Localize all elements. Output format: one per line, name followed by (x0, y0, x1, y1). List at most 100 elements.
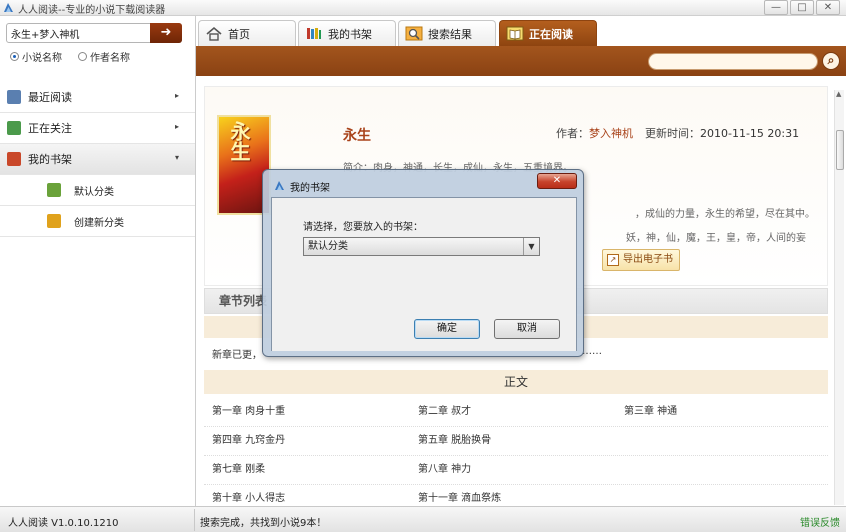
scroll-up-icon[interactable]: ▲ (836, 90, 841, 98)
chevron-down-icon: ▾ (174, 153, 179, 162)
chapter-link[interactable]: 第七章 刚柔 (204, 456, 410, 484)
bookshelf-icon (307, 28, 321, 39)
tab-reading[interactable]: 正在阅读 (499, 20, 597, 46)
updated-label: 更新时间： (645, 127, 700, 140)
tab-label: 首页 (228, 27, 250, 41)
table-row: 第七章 刚柔 第八章 神力 (204, 456, 828, 485)
content-search-field[interactable] (648, 53, 818, 70)
chapter-link[interactable]: 第二章 叔才 (410, 398, 616, 426)
tab-search-results[interactable]: 搜索结果 (398, 20, 496, 46)
status-divider (194, 509, 195, 531)
status-message: 搜索完成，共找到小说9本！ (200, 518, 327, 529)
sidebar-item-my-shelf[interactable]: 我的书架 ▾ (0, 144, 195, 175)
novel-search-input[interactable] (7, 24, 151, 42)
book-title: 永生 (343, 128, 371, 144)
chapter-link[interactable]: 第一章 肉身十重 (204, 398, 410, 426)
sidebar-item-recent[interactable]: 最近阅读 ▸ (0, 82, 195, 113)
book-updated: 更新时间：2010-11-15 20:31 (645, 125, 799, 141)
search-go-button[interactable]: ➜ (150, 23, 182, 43)
search-type-options: 小说名称 作者名称 (10, 49, 130, 64)
book-author: 作者：梦入神机 (556, 125, 633, 141)
shelf-select-value: 默认分类 (308, 241, 348, 252)
new-category-icon (47, 214, 61, 228)
radio-author-name-label: 作者名称 (90, 53, 130, 64)
chapter-link[interactable]: 第四章 九窍金丹 (204, 427, 410, 455)
chapter-link[interactable]: 第十一章 滴血祭炼 (410, 485, 616, 506)
radio-unselected-icon (78, 52, 87, 61)
window-titlebar: 人人阅读--专业的小说下载阅读器 — □ ✕ (0, 0, 846, 16)
dialog-body: 请选择，您要放入的书架： 默认分类 ▼ 确定 取消 (271, 197, 577, 351)
author-name: 梦入神机 (589, 127, 633, 140)
shelf-icon (7, 152, 21, 166)
left-panel: ➜ 小说名称 作者名称 最近阅读 ▸ 正在关注 ▸ 我的书架 ▾ 默认分类 创建… (0, 16, 196, 506)
chapter-link[interactable]: 第十章 小人得志 (204, 485, 410, 506)
window-title: 人人阅读--专业的小说下载阅读器 (18, 5, 166, 16)
radio-author-name[interactable]: 作者名称 (78, 49, 130, 64)
sidebar-item-label: 正在关注 (28, 122, 72, 135)
tab-bookshelf[interactable]: 我的书架 (298, 20, 396, 46)
sidebar-item-label: 我的书架 (28, 153, 72, 166)
shelf-select[interactable]: 默认分类 ▼ (303, 237, 540, 256)
book-intro-line: 妖，神，仙，魔，王，皇，帝，人间的妄 (626, 233, 806, 244)
error-feedback-link[interactable]: 错误反馈 (800, 514, 840, 529)
dialog-close-button[interactable]: ✕ (537, 173, 577, 189)
sidebar-item-new-category[interactable]: 创建新分类 (0, 206, 195, 237)
cancel-button[interactable]: 取消 (494, 319, 560, 339)
status-bar: 人人阅读 V1.0.10.1210 搜索完成，共找到小说9本！ 错误反馈 (0, 506, 846, 532)
chapter-link[interactable]: 第八章 神力 (410, 456, 616, 484)
minimize-button[interactable]: — (764, 0, 788, 15)
export-icon: ↗ (607, 254, 619, 266)
chapter-link[interactable]: 第五章 脱胎换骨 (410, 427, 616, 455)
chapter-link[interactable] (616, 427, 822, 455)
dialog-app-icon (275, 181, 284, 190)
sidebar-item-following[interactable]: 正在关注 ▸ (0, 113, 195, 144)
book-intro-line: ，成仙的力量，永生的希望，尽在其中。 (635, 209, 815, 220)
radio-novel-name-label: 小说名称 (22, 53, 62, 64)
author-label: 作者： (556, 127, 589, 140)
follow-icon (7, 121, 21, 135)
toolbar-strip: ⌕ (196, 46, 846, 76)
sidebar-menu: 最近阅读 ▸ 正在关注 ▸ 我的书架 ▾ 默认分类 创建新分类 (0, 82, 195, 237)
maximize-button[interactable]: □ (790, 0, 814, 15)
export-ebook-button[interactable]: ↗ 导出电子书 (602, 249, 680, 271)
shelf-dialog: 我的书架 ✕ 请选择，您要放入的书架： 默认分类 ▼ 确定 取消 (262, 169, 584, 357)
table-row: 第一章 肉身十重 第二章 叔才 第三章 神通 (204, 398, 828, 427)
sidebar-item-default-category[interactable]: 默认分类 (0, 175, 195, 206)
latest-chapter-tail: …… (582, 346, 602, 357)
chevron-right-icon: ▸ (174, 122, 179, 131)
table-row: 第四章 九窍金丹 第五章 脱胎换骨 (204, 427, 828, 456)
search-icon[interactable]: ⌕ (822, 52, 840, 70)
ok-button[interactable]: 确定 (414, 319, 480, 339)
chapter-link[interactable] (616, 456, 822, 484)
tab-label: 我的书架 (328, 27, 372, 41)
dialog-titlebar[interactable]: 我的书架 ✕ (263, 170, 583, 196)
radio-novel-name[interactable]: 小说名称 (10, 49, 62, 64)
scrollbar-thumb[interactable] (836, 130, 844, 170)
tab-label: 搜索结果 (428, 27, 472, 41)
chapter-link[interactable]: 第三章 神通 (616, 398, 822, 426)
close-window-button[interactable]: ✕ (816, 0, 840, 15)
reading-icon (506, 26, 524, 41)
chapter-link[interactable] (616, 485, 822, 506)
books-icon (47, 183, 61, 197)
export-label: 导出电子书 (623, 254, 673, 265)
tab-home[interactable]: 首页 (198, 20, 296, 46)
home-icon (206, 26, 222, 41)
table-row: 第十章 小人得志 第十一章 滴血祭炼 (204, 485, 828, 506)
recent-icon (7, 90, 21, 104)
main-text-heading: 正文 (204, 370, 828, 394)
radio-selected-icon (10, 52, 19, 61)
cover-title: 永生 (227, 121, 251, 161)
chapter-list: 第一章 肉身十重 第二章 叔才 第三章 神通 第四章 九窍金丹 第五章 脱胎换骨… (204, 398, 828, 506)
dialog-title: 我的书架 (290, 183, 330, 194)
sidebar-item-label: 默认分类 (74, 186, 114, 198)
vertical-scrollbar[interactable]: ▲ (834, 90, 844, 505)
sidebar-item-label: 最近阅读 (28, 91, 72, 104)
sidebar-item-label: 创建新分类 (74, 217, 124, 229)
app-logo-icon (4, 3, 13, 12)
latest-chapter-note: 新章已更， (212, 350, 262, 361)
chevron-right-icon: ▸ (174, 91, 179, 100)
chevron-down-icon: ▼ (523, 238, 539, 255)
app-version: 人人阅读 V1.0.10.1210 (8, 518, 119, 529)
tab-label: 正在阅读 (529, 27, 573, 41)
